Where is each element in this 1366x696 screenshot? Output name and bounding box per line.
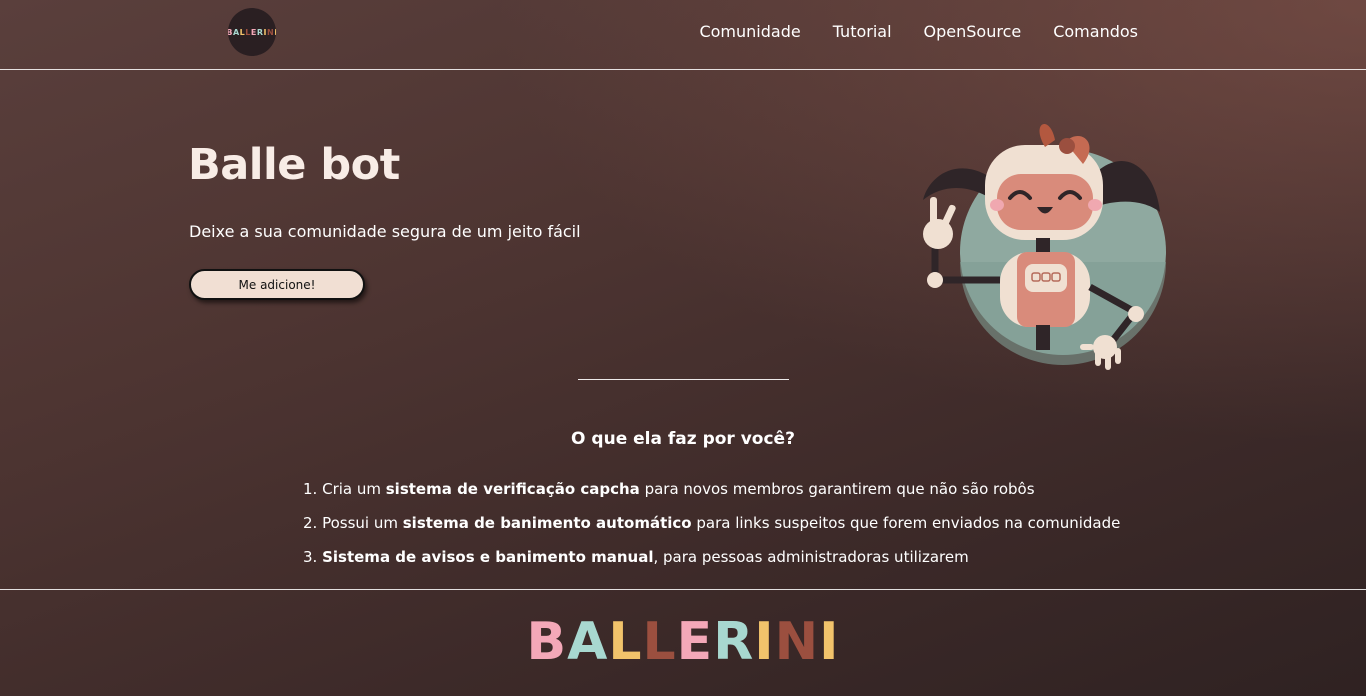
nav-link-comandos[interactable]: Comandos [1053,22,1138,41]
nav-link-tutorial[interactable]: Tutorial [833,22,892,41]
nav-link-opensource[interactable]: OpenSource [924,22,1022,41]
main-nav: Comunidade Tutorial OpenSource Comandos [699,22,1138,41]
site-footer: BALLERINI [0,589,1366,696]
footer-logo: BALLERINI [526,612,840,672]
features-title: O que ela faz por você? [571,429,795,449]
hero-title: Balle bot [188,140,400,190]
robot-mascot-illustration [923,123,1166,370]
site-header: BALLERINI Comunidade Tutorial OpenSource… [0,0,1366,70]
logo-badge[interactable]: BALLERINI [228,8,276,56]
section-divider [578,379,789,380]
feature-item: 2. Possui um sistema de banimento automá… [303,514,1121,532]
feature-item: 3. Sistema de avisos e banimento manual,… [303,548,969,566]
add-bot-button[interactable]: Me adicione! [189,269,365,300]
feature-item: 1. Cria um sistema de verificação capcha… [303,480,1035,498]
hero-subtitle: Deixe a sua comunidade segura de um jeit… [189,222,581,241]
features-list: 1. Cria um sistema de verificação capcha… [303,479,1120,581]
nav-link-comunidade[interactable]: Comunidade [699,22,800,41]
